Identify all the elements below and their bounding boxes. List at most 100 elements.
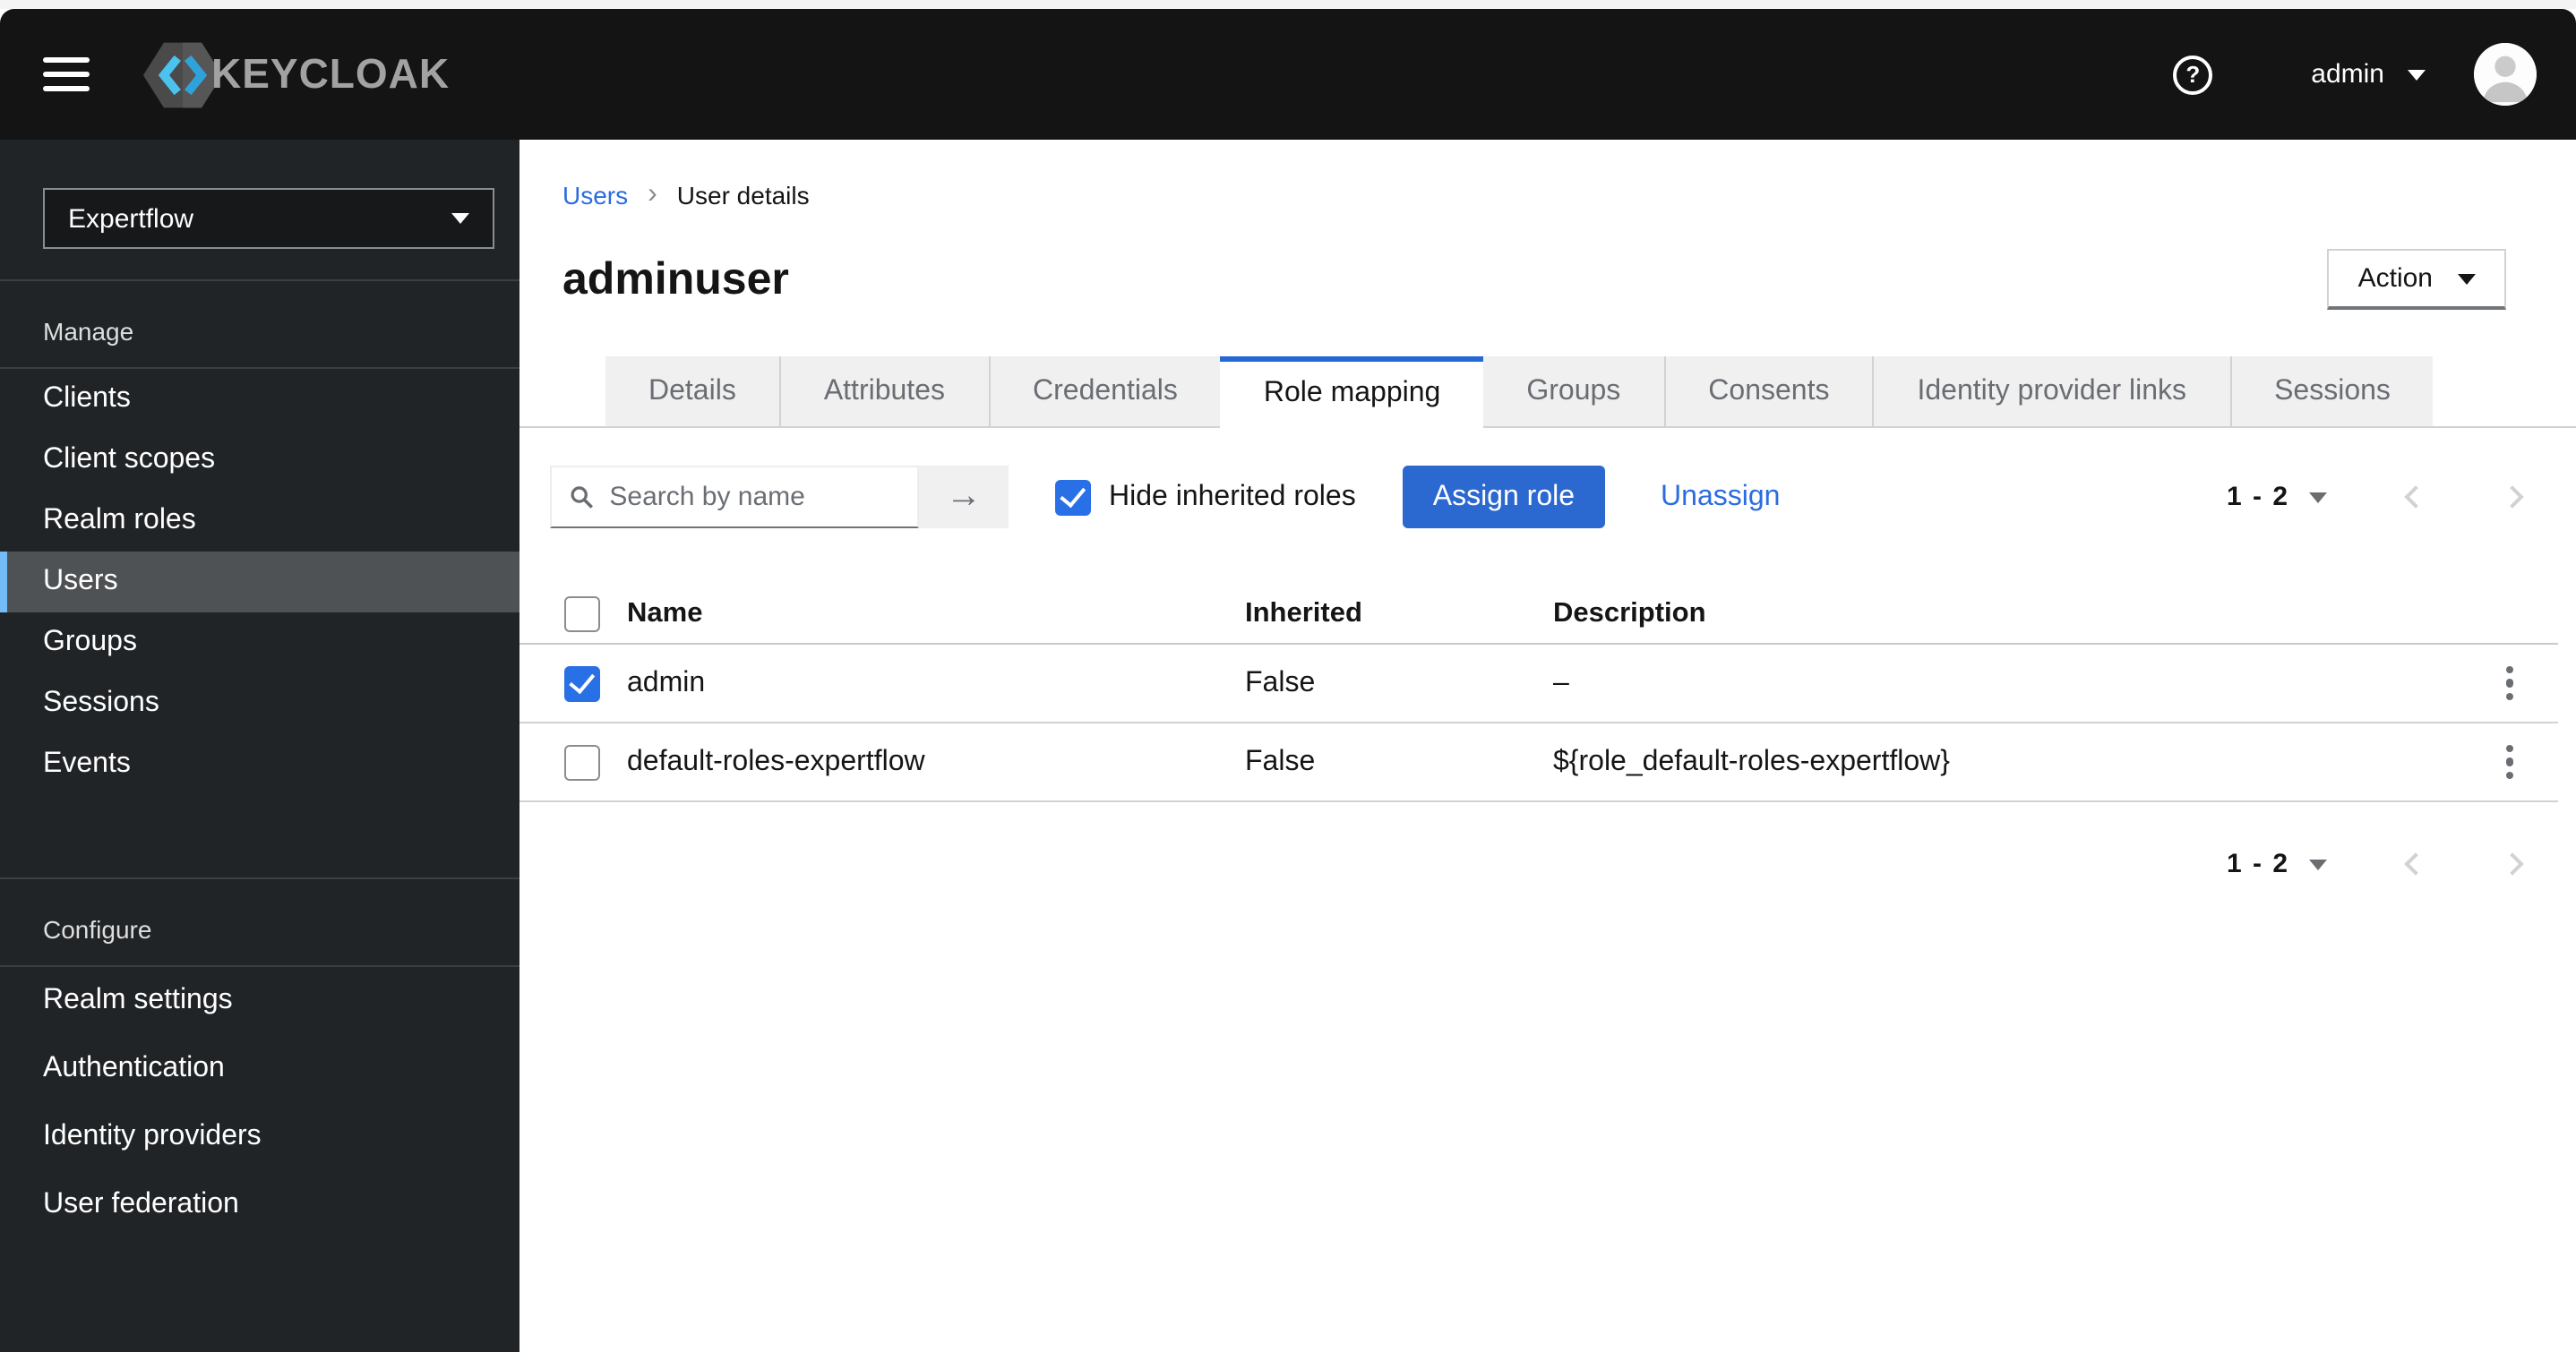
- chevron-left-icon: [2404, 852, 2427, 876]
- table-header-row: Name Inherited Description: [519, 586, 2558, 645]
- breadcrumb-link-users[interactable]: Users: [562, 181, 628, 210]
- sidebar-item-events[interactable]: Events: [0, 734, 519, 795]
- row-checkbox[interactable]: [564, 665, 600, 701]
- search-submit-button[interactable]: →: [919, 466, 1009, 528]
- sidebar-item-sessions[interactable]: Sessions: [0, 673, 519, 734]
- arrow-right-icon: →: [946, 476, 982, 516]
- masthead-right: ? admin: [2173, 43, 2537, 106]
- nav-section-manage: Manage Clients Client scopes Realm roles…: [0, 279, 519, 795]
- action-dropdown-label: Action: [2357, 263, 2433, 294]
- table-row: default-roles-expertflow False ${role_de…: [519, 723, 2558, 802]
- sidebar-item-authentication[interactable]: Authentication: [0, 1035, 519, 1103]
- search-group: →: [550, 466, 1009, 528]
- select-all-checkbox[interactable]: [564, 596, 600, 632]
- person-icon: [2474, 43, 2537, 106]
- nav-section-title: Configure: [0, 879, 519, 967]
- role-name: default-roles-expertflow: [627, 746, 925, 776]
- avatar[interactable]: [2474, 43, 2537, 106]
- row-kebab-menu-button[interactable]: [2476, 744, 2544, 780]
- action-dropdown-button[interactable]: Action: [2327, 249, 2506, 310]
- pagination-bottom: 1 - 2: [2227, 849, 2528, 879]
- hide-inherited-checkbox[interactable]: [1055, 479, 1091, 515]
- menu-icon: [43, 57, 90, 64]
- search-icon: [571, 486, 594, 509]
- chevron-down-icon: [451, 213, 469, 224]
- tab-groups[interactable]: Groups: [1483, 356, 1664, 426]
- sidebar-item-groups[interactable]: Groups: [0, 612, 519, 673]
- breadcrumb-separator-icon: ›: [648, 179, 657, 210]
- breadcrumb-current: User details: [676, 181, 810, 210]
- title-row: adminuser Action: [519, 249, 2576, 310]
- table-row: admin False –: [519, 645, 2558, 723]
- role-name: admin: [627, 667, 706, 697]
- sidebar: Expertflow Manage Clients Client scopes …: [0, 140, 519, 1352]
- sidebar-item-clients[interactable]: Clients: [0, 369, 519, 430]
- sidebar-item-realm-roles[interactable]: Realm roles: [0, 491, 519, 552]
- tab-identity-provider-links[interactable]: Identity provider links: [1872, 356, 2230, 426]
- role-inherited: False: [1245, 746, 1316, 776]
- user-menu-button[interactable]: admin: [2311, 59, 2426, 90]
- pagination-bottom-row: 1 - 2: [519, 833, 2576, 895]
- menu-icon: [43, 85, 90, 91]
- column-header-name: Name: [627, 598, 703, 629]
- tab-sessions[interactable]: Sessions: [2229, 356, 2434, 426]
- column-header-inherited: Inherited: [1245, 598, 1362, 629]
- nav-section-configure: Configure Realm settings Authentication …: [0, 877, 519, 1239]
- tab-role-mapping[interactable]: Role mapping: [1220, 356, 1484, 428]
- user-menu-label: admin: [2311, 59, 2384, 90]
- chevron-left-icon: [2404, 485, 2427, 509]
- pagination-range: 1 - 2: [2226, 482, 2289, 512]
- column-header-description: Description: [1553, 598, 1706, 629]
- sidebar-item-users[interactable]: Users: [0, 552, 519, 612]
- tab-credentials[interactable]: Credentials: [988, 356, 1221, 426]
- row-kebab-menu-button[interactable]: [2476, 665, 2544, 701]
- pagination-prev-button[interactable]: [2400, 482, 2431, 512]
- sidebar-item-realm-settings[interactable]: Realm settings: [0, 967, 519, 1035]
- brand-wordmark: KEYCLOAK: [211, 50, 451, 97]
- main-content: Users › User details adminuser Action De…: [519, 140, 2576, 1352]
- kebab-icon: [2505, 744, 2514, 780]
- pagination-top: 1 - 2: [2227, 482, 2528, 512]
- keycloak-admin-console: KEYCLOAK ? admin Expertflow Manage Clien…: [0, 0, 2576, 1352]
- pagination-range-dropdown[interactable]: 1 - 2: [2227, 482, 2327, 512]
- nav-toggle-button[interactable]: [43, 57, 90, 91]
- pagination-range: 1 - 2: [2226, 849, 2289, 879]
- role-description: –: [1553, 667, 1569, 697]
- menu-icon: [43, 71, 90, 78]
- chevron-down-icon: [2458, 273, 2476, 284]
- sidebar-item-identity-providers[interactable]: Identity providers: [0, 1103, 519, 1171]
- unassign-link[interactable]: Unassign: [1661, 481, 1780, 513]
- pagination-next-button[interactable]: [2497, 482, 2528, 512]
- chevron-down-icon: [2309, 492, 2327, 502]
- hide-inherited-label[interactable]: Hide inherited roles: [1109, 481, 1356, 513]
- realm-selector[interactable]: Expertflow: [43, 188, 494, 249]
- role-inherited: False: [1245, 667, 1316, 697]
- role-description: ${role_default-roles-expertflow}: [1553, 746, 1950, 776]
- keycloak-logo[interactable]: KEYCLOAK: [142, 33, 450, 116]
- help-icon: ?: [2173, 55, 2213, 94]
- search-input[interactable]: [609, 482, 899, 512]
- pagination-next-button[interactable]: [2497, 849, 2528, 879]
- help-button[interactable]: ?: [2173, 55, 2213, 94]
- breadcrumb: Users › User details: [519, 140, 2576, 210]
- tab-attributes[interactable]: Attributes: [778, 356, 988, 426]
- pagination-range-dropdown[interactable]: 1 - 2: [2227, 849, 2327, 879]
- pagination-prev-button[interactable]: [2400, 849, 2431, 879]
- tab-consents[interactable]: Consents: [1663, 356, 1873, 426]
- role-mapping-toolbar: → Hide inherited roles Assign role Unass…: [519, 466, 2576, 528]
- realm-selector-value: Expertflow: [68, 203, 194, 234]
- tab-details[interactable]: Details: [605, 356, 779, 426]
- page-title: adminuser: [562, 254, 789, 304]
- sidebar-item-client-scopes[interactable]: Client scopes: [0, 430, 519, 491]
- role-mapping-table: Name Inherited Description admin False –: [519, 586, 2558, 802]
- sidebar-item-user-federation[interactable]: User federation: [0, 1171, 519, 1239]
- assign-role-button[interactable]: Assign role: [1402, 466, 1606, 528]
- chevron-down-icon: [2408, 69, 2426, 80]
- chevron-right-icon: [2501, 485, 2524, 509]
- chevron-right-icon: [2501, 852, 2524, 876]
- masthead: KEYCLOAK ? admin: [0, 9, 2576, 140]
- kebab-icon: [2505, 665, 2514, 701]
- tab-bar: Details Attributes Credentials Role mapp…: [519, 356, 2576, 428]
- search-box: [550, 466, 919, 528]
- row-checkbox[interactable]: [564, 744, 600, 780]
